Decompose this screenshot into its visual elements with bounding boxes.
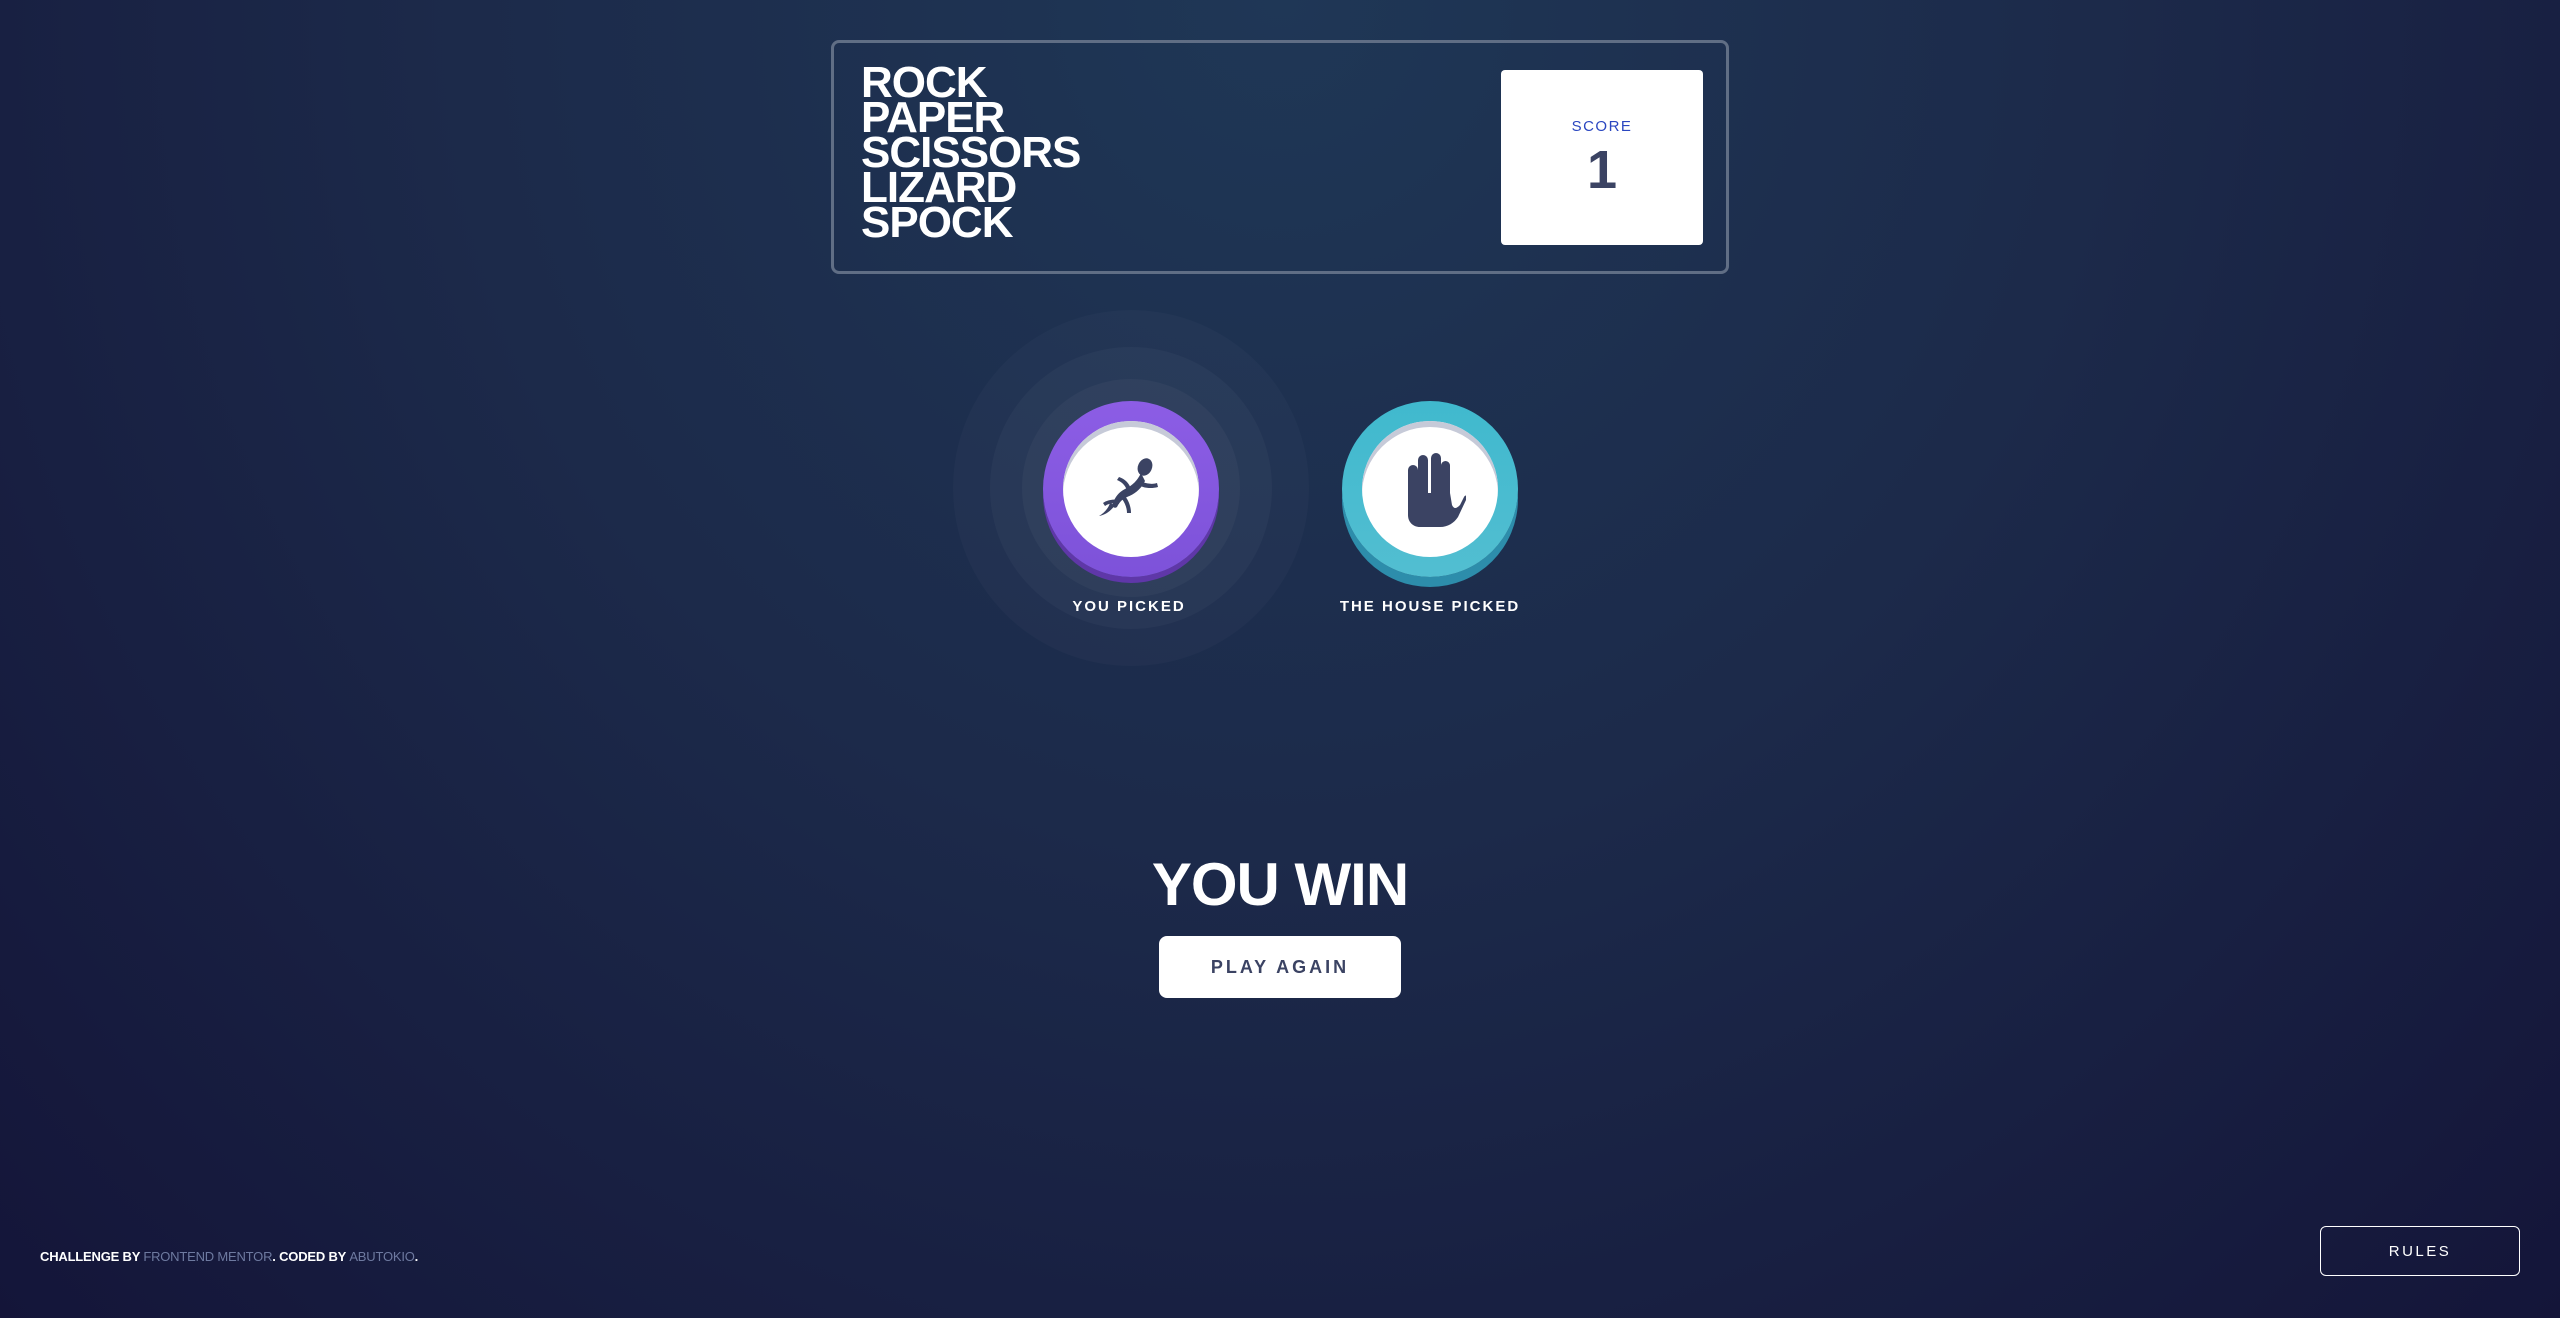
attribution-challenge-prefix: CHALLENGE BY	[40, 1249, 144, 1264]
attribution-coded-prefix: . CODED BY	[272, 1249, 350, 1264]
author-link[interactable]: ABUTOKIO	[349, 1249, 415, 1264]
header: ROCK PAPER SCISSORS LIZARD SPOCK SCORE 1	[831, 40, 1729, 274]
lizard-icon	[1099, 458, 1158, 516]
spock-icon	[1408, 453, 1466, 527]
play-again-button[interactable]: PLAY AGAIN	[1159, 936, 1401, 998]
game-title: ROCK PAPER SCISSORS LIZARD SPOCK	[861, 61, 1081, 247]
attribution-suffix: .	[414, 1249, 419, 1264]
player-pick-token	[1043, 401, 1219, 577]
score-label: SCORE	[1571, 118, 1633, 135]
frontend-mentor-link[interactable]: FRONTEND MENTOR	[143, 1249, 272, 1264]
house-pick-token-face	[1362, 421, 1498, 557]
score-box: SCORE 1	[1501, 70, 1703, 245]
attribution: CHALLENGE BY FRONTEND MENTOR. CODED BY A…	[40, 1249, 418, 1264]
player-pick-token-face	[1063, 421, 1199, 557]
score-value: 1	[1586, 140, 1618, 200]
rules-button[interactable]: RULES	[2320, 1226, 2520, 1276]
house-picked-label: THE HOUSE PICKED	[1339, 598, 1521, 615]
house-pick-token	[1342, 401, 1518, 577]
result-text: YOU WIN	[1151, 851, 1409, 918]
you-picked-label: YOU PICKED	[1072, 598, 1186, 615]
title-line-spock: SPOCK	[861, 198, 1013, 247]
